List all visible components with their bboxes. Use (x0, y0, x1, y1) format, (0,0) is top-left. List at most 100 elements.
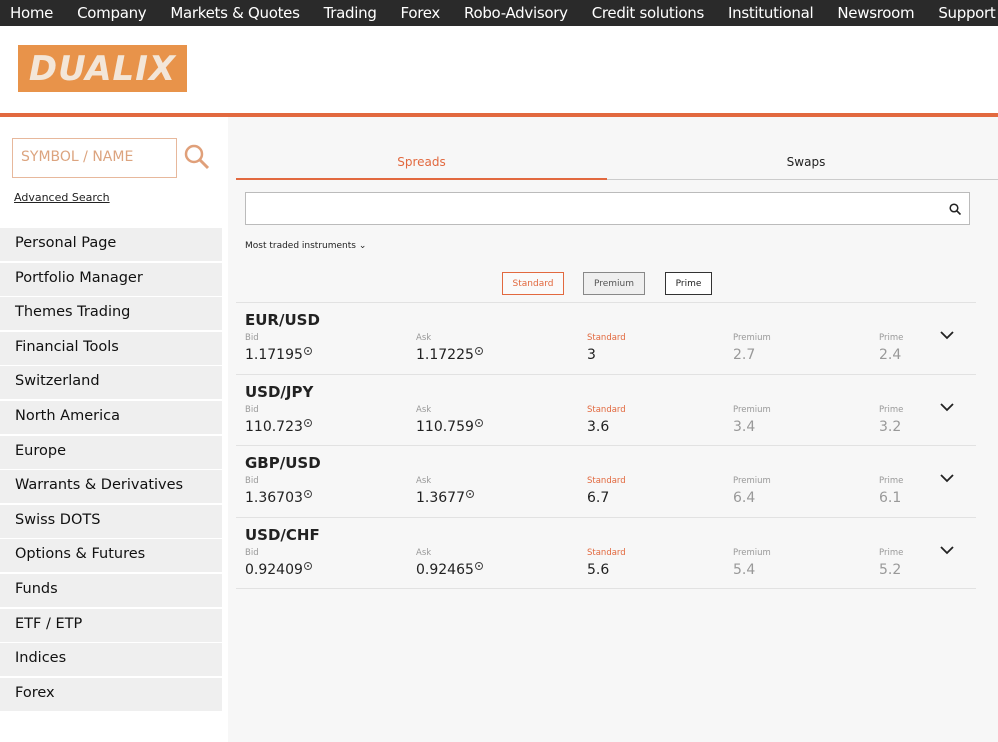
bid-text: 1.17195 (245, 347, 303, 363)
live-indicator-icon (303, 490, 312, 498)
ask-label: Ask (416, 476, 432, 486)
bid-value: 0.92409 (245, 561, 312, 578)
sidebar-item[interactable]: ETF / ETP (0, 608, 222, 642)
sidebar: SYMBOL / NAME Advanced Search Personal P… (0, 117, 226, 742)
bid-label: Bid (245, 476, 259, 486)
nav-item[interactable]: Forex (401, 4, 441, 22)
premium-text: 6.4 (733, 490, 756, 506)
sidebar-item[interactable]: Indices (0, 643, 222, 677)
ask-value: 1.17225 (416, 347, 483, 363)
premium-text: 5.4 (733, 561, 756, 578)
search-icon[interactable] (184, 144, 210, 170)
chevron-down-icon[interactable] (940, 331, 954, 340)
premium-label: Premium (733, 404, 771, 415)
prime-text: 3.2 (879, 418, 902, 435)
premium-value: 5.4 (733, 562, 755, 578)
ask-value: 1.3677 (416, 490, 474, 506)
prime-value: 5.2 (879, 562, 901, 578)
standard-text: 3 (587, 347, 596, 363)
sidebar-item[interactable]: Swiss DOTS (0, 504, 222, 538)
prime-text: 6.1 (879, 490, 902, 506)
nav-item[interactable]: Institutional (728, 4, 814, 22)
standard-text: 3.6 (587, 418, 610, 435)
table-row: EUR/USD Bid 1.17195 Ask 1.17225 Standard 3 Prem… (236, 302, 976, 374)
chevron-down-icon[interactable] (940, 474, 954, 483)
nav-item[interactable]: Markets & Quotes (170, 4, 300, 22)
prime-label: Prime (879, 476, 904, 486)
symbol-search-input[interactable]: SYMBOL / NAME (12, 138, 177, 178)
nav-item[interactable]: Robo-Advisory (464, 4, 568, 22)
live-indicator-icon (474, 561, 483, 570)
premium-text: 3.4 (733, 418, 756, 435)
prime-text: 2.4 (879, 347, 902, 363)
ask-label: Ask (416, 333, 432, 343)
pair-name: EUR/USD (245, 311, 320, 329)
table-bottom-divider (236, 588, 976, 589)
standard-text: 5.6 (587, 561, 610, 578)
prime-text: 5.2 (879, 561, 902, 578)
sidebar-item[interactable]: Portfolio Manager (0, 262, 222, 296)
standard-value: 3.6 (587, 419, 609, 435)
sidebar-item[interactable]: Themes Trading (0, 297, 222, 331)
sidebar-item[interactable]: Warrants & Derivatives (0, 470, 222, 504)
nav-item[interactable]: Home (10, 4, 53, 22)
nav-item[interactable]: Support (938, 4, 996, 22)
bid-label: Bid (245, 547, 259, 558)
sidebar-item[interactable]: Financial Tools (0, 331, 222, 365)
chevron-down-icon[interactable] (940, 402, 954, 412)
advanced-search-link[interactable]: Advanced Search (14, 191, 110, 204)
ask-text: 0.92465 (416, 561, 474, 578)
live-indicator-icon (474, 418, 483, 427)
bid-value: 1.17195 (245, 347, 312, 363)
bid-text: 1.36703 (245, 490, 303, 506)
nav-item[interactable]: Newsroom (837, 4, 914, 22)
chevron-down-icon[interactable] (940, 545, 954, 555)
prime-button[interactable]: Prime (665, 272, 712, 295)
live-indicator-icon (303, 347, 312, 355)
standard-label: Standard (587, 547, 626, 558)
premium-button[interactable]: Premium (583, 272, 645, 295)
sidebar-item[interactable]: Europe (0, 435, 222, 469)
prime-value: 3.2 (879, 419, 901, 435)
sidebar-item[interactable]: Funds (0, 573, 222, 607)
standard-button[interactable]: Standard (502, 272, 564, 295)
bid-text: 110.723 (245, 418, 303, 435)
instrument-filter-dropdown[interactable]: Most traded instruments ⌄ (245, 241, 366, 251)
standard-value: 5.6 (587, 562, 609, 578)
bid-label: Bid (245, 404, 259, 415)
table-row: GBP/USD Bid 1.36703 Ask 1.3677 Standard 6.7 Pre… (236, 445, 976, 517)
standard-text: 6.7 (587, 490, 610, 506)
sidebar-item[interactable]: Options & Futures (0, 539, 222, 573)
live-indicator-icon (303, 561, 312, 570)
filter-label: Most traded instruments (245, 241, 356, 251)
standard-value: 3 (587, 347, 596, 363)
pair-name: USD/CHF (245, 525, 320, 544)
premium-label: Premium (733, 333, 771, 343)
ask-text: 1.17225 (416, 347, 474, 363)
nav-item[interactable]: Company (77, 4, 147, 22)
standard-label: Standard (587, 333, 626, 343)
nav-item[interactable]: Trading (324, 4, 377, 22)
premium-label: Premium (733, 476, 771, 486)
pair-name: GBP/USD (245, 454, 321, 472)
nav-item[interactable]: Credit solutions (592, 4, 705, 22)
prime-label: Prime (879, 333, 904, 343)
prime-value: 6.1 (879, 490, 901, 506)
sidebar-item[interactable]: Forex (0, 677, 222, 711)
tab-spreads[interactable]: Spreads (236, 155, 607, 180)
bid-text: 0.92409 (245, 561, 303, 578)
sidebar-item[interactable]: Switzerland (0, 366, 222, 400)
premium-value: 2.7 (733, 347, 755, 363)
tab-swaps[interactable]: Swaps (607, 155, 998, 180)
search-icon[interactable] (949, 203, 961, 215)
premium-label: Premium (733, 547, 771, 558)
bid-value: 110.723 (245, 418, 312, 435)
ask-text: 110.759 (416, 418, 474, 435)
live-indicator-icon (466, 490, 474, 498)
sidebar-item[interactable]: Personal Page (0, 228, 222, 261)
pair-name: USD/JPY (245, 382, 314, 401)
instrument-search-input[interactable] (245, 192, 970, 225)
sidebar-item[interactable]: North America (0, 400, 222, 434)
live-indicator-icon (474, 347, 483, 355)
logo[interactable]: DUALIX (18, 45, 187, 92)
